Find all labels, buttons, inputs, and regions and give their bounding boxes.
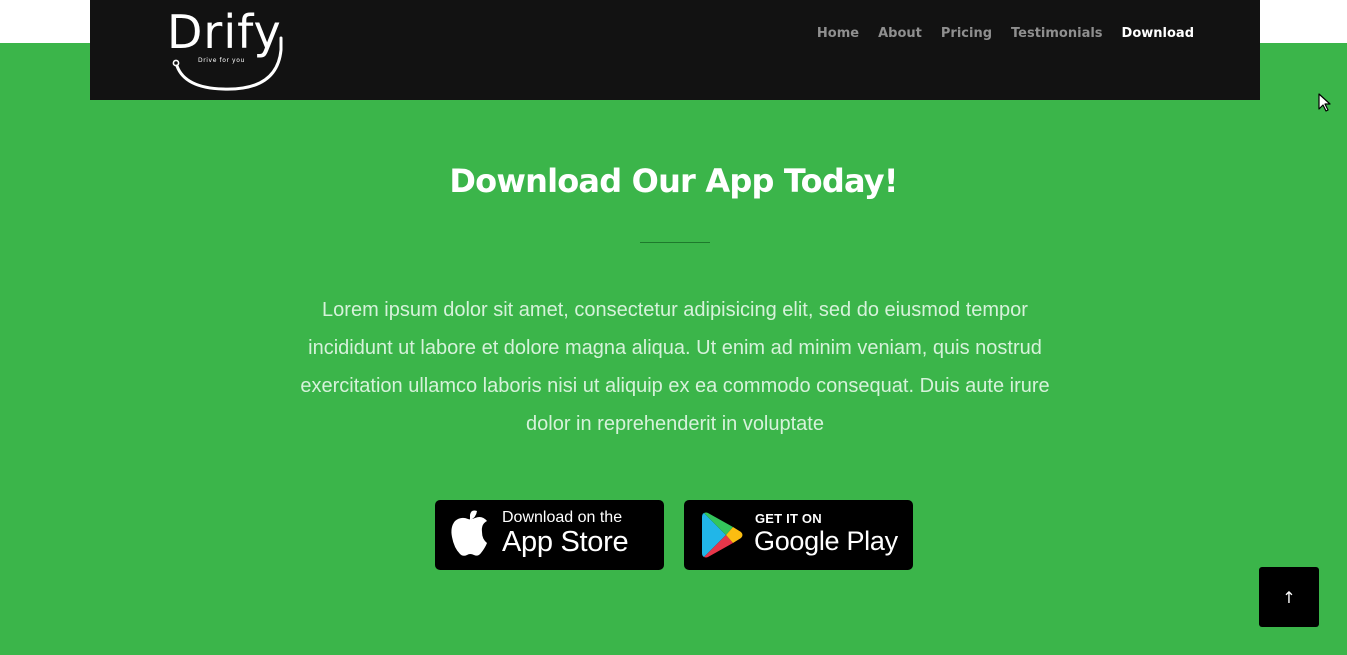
heading-divider [640, 242, 710, 243]
brand-name: Drify [167, 5, 282, 59]
section-description: Lorem ipsum dolor sit amet, consectetur … [300, 299, 1050, 435]
nav-item-testimonials[interactable]: Testimonials [1011, 26, 1103, 41]
mouse-cursor-icon [1318, 93, 1331, 112]
brand-logo[interactable]: Drify Drive for you [165, 5, 290, 92]
nav-item-pricing[interactable]: Pricing [941, 26, 992, 41]
google-play-icon [702, 512, 743, 558]
google-play-big-label: Google Play [754, 526, 898, 556]
nav-item-about[interactable]: About [878, 26, 922, 41]
app-store-button[interactable]: Download on the App Store [435, 500, 664, 570]
brand-tagline: Drive for you [198, 57, 245, 64]
navbar: Drify Drive for you Home About Pricing T… [90, 0, 1260, 100]
google-play-small-label: GET IT ON [755, 511, 822, 526]
app-store-big-label: App Store [502, 526, 629, 558]
google-play-button[interactable]: GET IT ON Google Play [684, 500, 913, 570]
section-heading: Download Our App Today! [449, 162, 898, 200]
nav-item-download[interactable]: Download [1122, 26, 1194, 41]
main-nav: Home About Pricing Testimonials Download [817, 26, 1194, 41]
app-store-small-label: Download on the [502, 509, 623, 526]
apple-icon [451, 510, 487, 556]
arrow-up-icon: ↑ [1282, 587, 1296, 607]
scroll-to-top-button[interactable]: ↑ [1259, 567, 1319, 627]
nav-item-home[interactable]: Home [817, 26, 859, 41]
